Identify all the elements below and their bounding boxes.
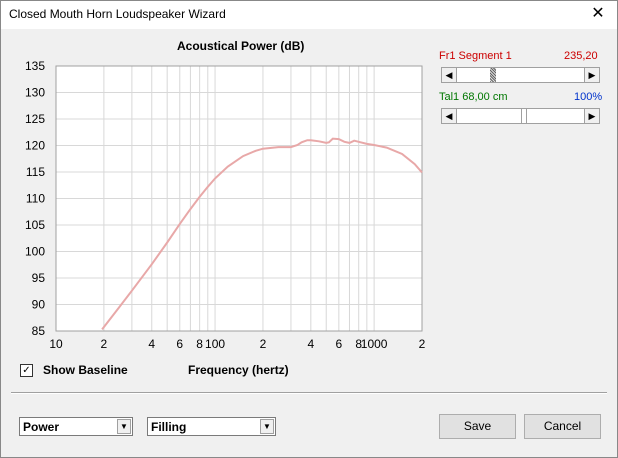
x-tick-label: 4 [307,337,314,351]
fr1-slider-thumb[interactable] [489,68,496,82]
y-tick-label: 100 [25,245,45,259]
x-tick-label: 1000 [361,337,388,351]
title-bar: Closed Mouth Horn Loudspeaker Wizard ✕ [1,1,617,29]
chart: 85909510010511011512012513013510 2 4 6 8 100 2… [25,59,426,351]
wizard-window: Closed Mouth Horn Loudspeaker Wizard ✕ A… [0,0,618,458]
filling-select[interactable]: Filling ▼ [147,417,276,436]
save-button[interactable]: Save [439,414,516,439]
tal1-slider[interactable]: ◀ ▶ [441,108,600,124]
x-tick-label: 4 [148,337,155,351]
cancel-button[interactable]: Cancel [524,414,601,439]
dialog-client-area: Acoustical Power (dB) 85 90 95 100 105 110 115… [2,29,616,457]
x-tick-label: 100 [205,337,225,351]
x-tick-label: 8 [196,337,203,351]
mode-select-value: Power [23,420,60,434]
show-baseline-row[interactable]: ✓ Show Baseline [20,363,128,377]
y-tick-label: 125 [25,112,45,126]
x-tick-label: 2 [419,337,426,351]
tal1-slider-thumb[interactable] [520,109,527,123]
x-tick-label: 10 [49,337,63,351]
chevron-down-icon[interactable]: ▼ [260,419,274,434]
x-axis-label: Frequency (hertz) [188,363,289,377]
y-tick-label: 110 [26,192,45,206]
tal1-value: 100% [574,91,603,103]
x-tick-label: 2 [260,337,267,351]
divider [11,392,607,394]
x-tick-label: 6 [176,337,183,351]
show-baseline-checkbox[interactable]: ✓ [20,363,33,377]
y-tick-label: 85 [32,324,46,338]
fr1-slider[interactable]: ◀ ▶ [441,67,600,83]
close-icon[interactable]: ✕ [589,5,607,23]
y-tick-label: 135 [25,59,45,73]
fr1-value: 235,20 [564,50,598,62]
scroll-left-icon[interactable]: ◀ [442,68,457,82]
scroll-left-icon[interactable]: ◀ [442,109,457,123]
y-tick-label: 120 [25,139,45,153]
y-tick-label: 115 [26,165,45,179]
y-tick-label: 105 [25,218,45,232]
filling-select-value: Filling [151,420,187,434]
scroll-right-icon[interactable]: ▶ [584,109,599,123]
y-tick-label: 130 [25,86,45,100]
tal1-label: Tal1 68,00 cm [439,91,508,103]
x-tick-label: 6 [335,337,342,351]
x-tick-label: 2 [101,337,108,351]
y-tick-label: 90 [32,298,46,312]
scroll-right-icon[interactable]: ▶ [584,68,599,82]
window-title: Closed Mouth Horn Loudspeaker Wizard [9,7,226,21]
fr1-label: Fr1 Segment 1 [439,50,512,62]
mode-select[interactable]: Power ▼ [19,417,133,436]
chevron-down-icon[interactable]: ▼ [117,419,131,434]
show-baseline-label[interactable]: Show Baseline [43,363,128,377]
y-tick-label: 95 [32,271,46,285]
